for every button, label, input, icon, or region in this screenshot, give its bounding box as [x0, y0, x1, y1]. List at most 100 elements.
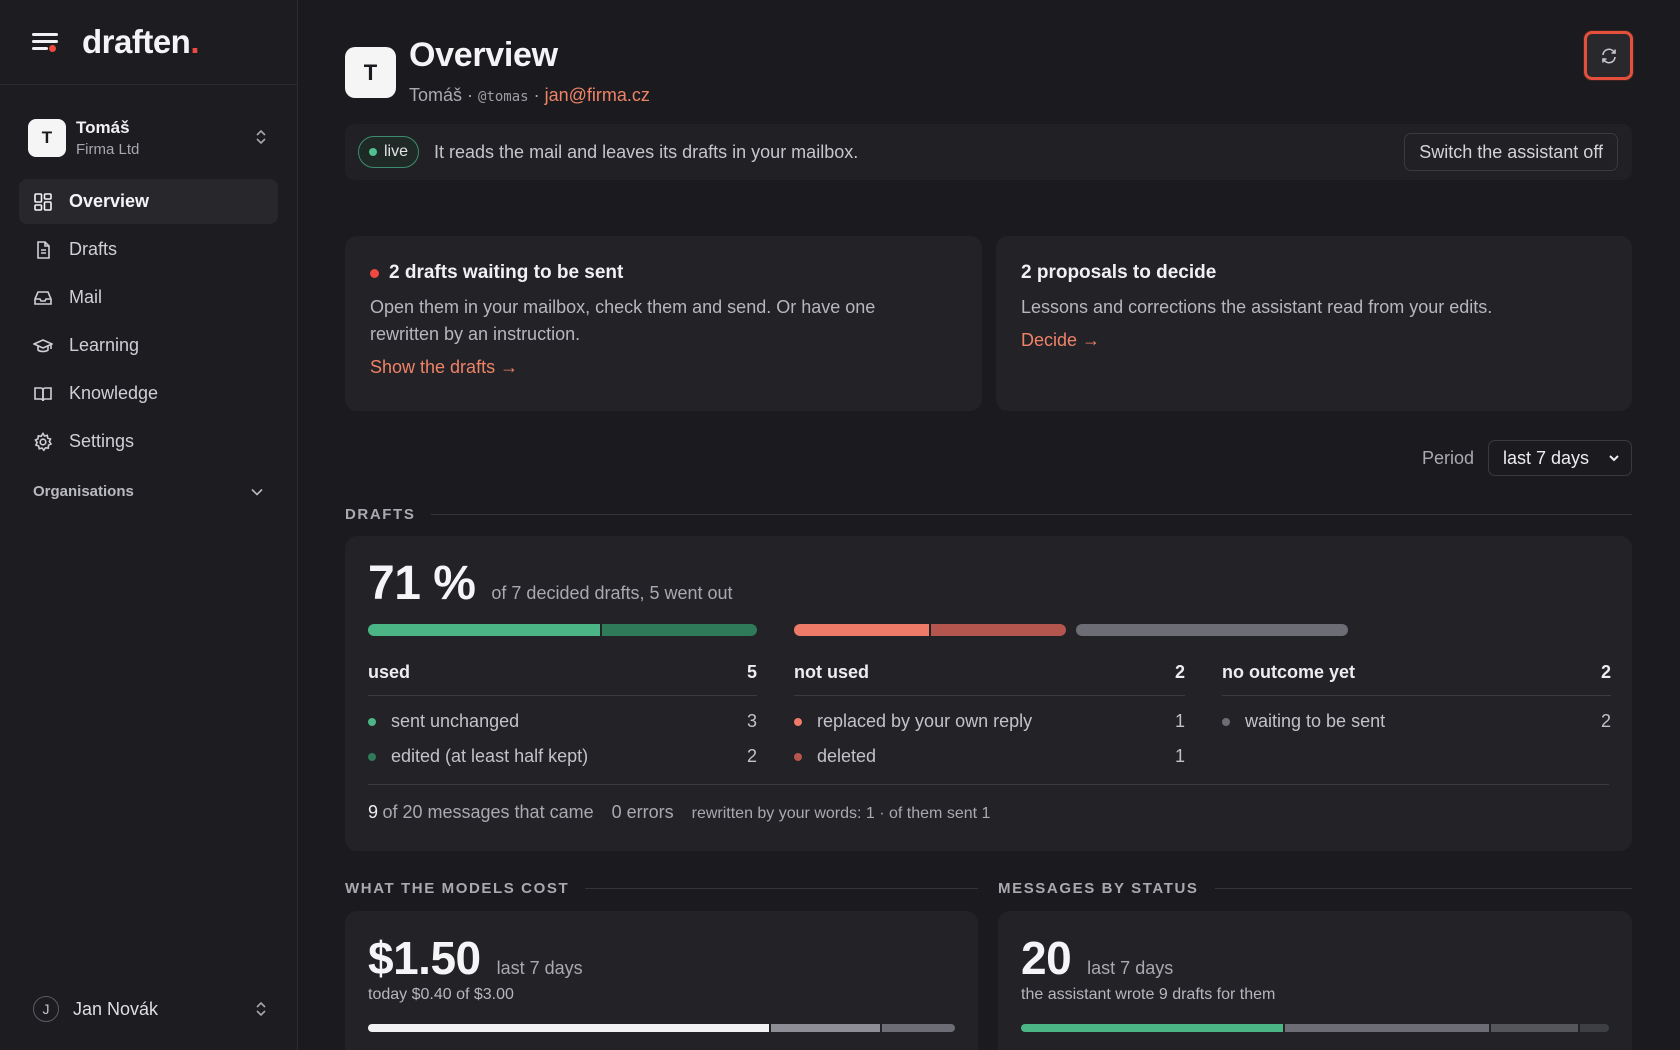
- bar-segment: [882, 1024, 955, 1032]
- divider: [585, 888, 978, 889]
- column-title: no outcome yet: [1222, 662, 1356, 682]
- messages-section-label: MESSAGES BY STATUS: [998, 880, 1632, 897]
- account-name: Tomáš: [76, 118, 130, 137]
- chevron-down-icon: [251, 488, 263, 496]
- refresh-button[interactable]: [1584, 31, 1633, 80]
- assistant-status-bar: live It reads the mail and leaves its dr…: [345, 124, 1632, 180]
- used-bar: [368, 624, 757, 636]
- cost-section-label: WHAT THE MODELS COST: [345, 880, 978, 897]
- status-badge-label: live: [384, 143, 409, 160]
- period-value: last 7 days: [1503, 447, 1590, 468]
- page-subtitle: Tomáš · @tomas · jan@firma.cz: [409, 85, 650, 106]
- main-content: T Overview Tomáš · @tomas · jan@firma.cz…: [298, 0, 1680, 1050]
- decide-link[interactable]: Decide →: [1021, 330, 1100, 351]
- drafts-waiting-card: 2 drafts waiting to be sent Open them in…: [345, 236, 982, 411]
- drafts-section-label: DRAFTS: [345, 506, 1632, 523]
- period-filter: Period last 7 days: [1422, 440, 1632, 476]
- cost-period: last 7 days: [496, 958, 583, 978]
- item-label: deleted: [817, 746, 877, 766]
- messages-handled-count: 9: [368, 802, 379, 822]
- user-email-link[interactable]: jan@firma.cz: [545, 85, 650, 105]
- sidebar-item-label: Drafts: [69, 239, 118, 259]
- brand-logo[interactable]: draften.: [82, 23, 199, 61]
- bar-segment: [368, 624, 601, 636]
- bar-segment: [1284, 1024, 1489, 1032]
- alert-dot: [370, 268, 379, 278]
- period-select[interactable]: last 7 days: [1488, 440, 1632, 476]
- column-count: 2: [1600, 662, 1611, 682]
- sidebar-item-overview[interactable]: Overview: [19, 179, 278, 224]
- organisations-label: Organisations: [33, 483, 134, 500]
- list-item: replaced by your own reply 1: [794, 711, 1185, 732]
- item-count: 2: [746, 746, 757, 766]
- sidebar-item-label: Settings: [69, 431, 135, 451]
- item-label: replaced by your own reply: [817, 711, 1033, 731]
- used-column: used 5 sent unchanged 3 edited (at least h…: [368, 662, 757, 767]
- sidebar-item-label: Mail: [69, 287, 103, 307]
- document-icon: [33, 240, 53, 260]
- legend-dot: [368, 752, 376, 761]
- sidebar-item-knowledge[interactable]: Knowledge: [19, 371, 278, 416]
- sidebar-item-drafts[interactable]: Drafts: [19, 227, 278, 272]
- used-percent-note: of 7 decided drafts, 5 went out: [491, 583, 733, 603]
- status-badge: live: [358, 136, 420, 168]
- list-item: edited (at least half kept) 2: [368, 746, 757, 767]
- cost-today: today $0.40 of $3.00: [368, 986, 514, 1003]
- section-title: DRAFTS: [345, 506, 416, 523]
- organisations-toggle[interactable]: Organisations: [0, 483, 297, 500]
- column-count: 2: [1174, 662, 1185, 682]
- rewritten-summary: rewritten by your words: 1 · of them sen…: [691, 805, 991, 822]
- chevron-down-icon: [1609, 455, 1619, 462]
- bar-segment: [1490, 1024, 1578, 1032]
- card-text: Lessons and corrections the assistant re…: [1021, 297, 1493, 317]
- bar-segment: [1076, 624, 1348, 636]
- sidebar-item-label: Learning: [69, 335, 140, 355]
- avatar: T: [345, 47, 396, 98]
- menu-icon[interactable]: [32, 31, 60, 53]
- messages-bar: [1021, 1024, 1609, 1032]
- drafts-footer: 9 of 20 messages that came 0 errors rewr…: [368, 784, 1609, 823]
- no-outcome-bar: [1076, 624, 1348, 636]
- section-title: MESSAGES BY STATUS: [998, 880, 1199, 897]
- cost-card: $1.50 last 7 days today $0.40 of $3.00: [345, 911, 978, 1050]
- section-title: WHAT THE MODELS COST: [345, 880, 570, 897]
- list-item: waiting to be sent 2: [1222, 711, 1611, 732]
- sidebar-nav: Overview Drafts Mail Learning Knowledge …: [0, 179, 297, 464]
- item-count: 1: [1174, 711, 1185, 731]
- period-label: Period: [1421, 447, 1474, 468]
- show-drafts-link[interactable]: Show the drafts →: [370, 357, 518, 378]
- sidebar: draften. T Tomáš Firma Ltd Overview Draf…: [0, 0, 298, 1050]
- sidebar-item-learning[interactable]: Learning: [19, 323, 278, 368]
- legend-dot: [1222, 717, 1230, 726]
- grid-icon: [33, 192, 53, 212]
- status-dot: [369, 148, 377, 156]
- item-label: edited (at least half kept): [391, 746, 589, 766]
- item-count: 1: [1174, 746, 1185, 766]
- used-percent: 71 %: [368, 557, 476, 610]
- account-switcher[interactable]: T Tomáš Firma Ltd: [0, 116, 297, 160]
- item-count: 3: [746, 711, 757, 731]
- cost-amount: $1.50: [368, 932, 481, 984]
- account-org: Firma Ltd: [76, 141, 140, 158]
- page-title: Overview: [409, 36, 558, 74]
- card-text: Open them in your mailbox, check them an…: [370, 297, 876, 344]
- brand-bar: draften.: [0, 0, 297, 85]
- sidebar-item-mail[interactable]: Mail: [19, 275, 278, 320]
- bar-segment: [368, 1024, 769, 1032]
- inbox-icon: [33, 288, 53, 308]
- not-used-column: not used 2 replaced by your own reply 1 de…: [794, 662, 1185, 767]
- legend-dot: [794, 752, 802, 761]
- cost-bar: [368, 1024, 955, 1032]
- drafts-stats-card: 71 % of 7 decided drafts, 5 went out use…: [345, 536, 1632, 851]
- list-item: sent unchanged 3: [368, 711, 757, 732]
- messages-period: last 7 days: [1087, 958, 1174, 978]
- item-label: waiting to be sent: [1245, 711, 1386, 731]
- bar-segment: [770, 1024, 881, 1032]
- switch-assistant-off-button[interactable]: Switch the assistant off: [1404, 133, 1618, 171]
- messages-handled-text: of 20 messages that came: [382, 802, 594, 822]
- user-menu[interactable]: J Jan Novák: [33, 994, 267, 1024]
- list-item: deleted 1: [794, 746, 1185, 767]
- column-title: used: [368, 662, 411, 682]
- account-avatar: T: [28, 119, 66, 157]
- sidebar-item-settings[interactable]: Settings: [19, 419, 278, 464]
